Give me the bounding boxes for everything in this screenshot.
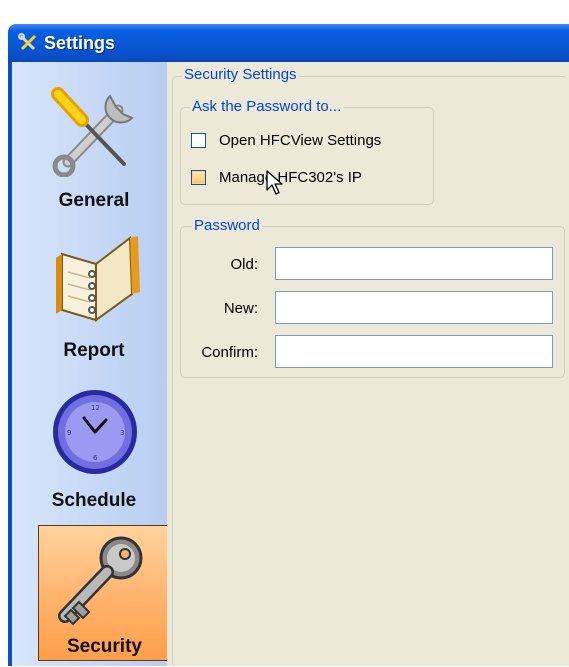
sidebar-item-label: Schedule (51, 490, 137, 511)
ask-password-title: Ask the Password to... (190, 98, 344, 115)
open-settings-label[interactable]: Open HFCView Settings (219, 132, 381, 149)
old-password-label: Old: (230, 256, 258, 273)
sidebar: General Report 12 3 6 9 Schedule Securit… (12, 62, 171, 666)
sidebar-item-general[interactable]: General (24, 74, 164, 214)
svg-text:6: 6 (93, 454, 98, 462)
svg-text:9: 9 (67, 429, 71, 437)
sidebar-item-security[interactable]: Security (38, 525, 171, 661)
password-group-title: Password (192, 217, 262, 234)
manage-ip-label[interactable]: Manage HFC302's IP (219, 169, 362, 186)
manage-ip-checkbox[interactable] (191, 170, 206, 185)
sidebar-item-schedule[interactable]: 12 3 6 9 Schedule (24, 374, 164, 514)
confirm-password-field[interactable] (275, 335, 553, 368)
tools-icon (51, 87, 134, 177)
window-title: Settings (44, 33, 116, 53)
key-icon (58, 536, 143, 626)
confirm-password-label: Confirm: (201, 344, 258, 361)
sidebar-item-label: Report (63, 340, 125, 361)
clock-icon: 12 3 6 9 (53, 390, 137, 474)
new-password-field[interactable] (275, 291, 553, 324)
svg-text:12: 12 (91, 404, 100, 412)
title-bar[interactable]: Settings (8, 24, 569, 62)
new-password-label: New: (223, 300, 258, 317)
old-password-field[interactable] (275, 247, 553, 280)
settings-window: Settings General Report 12 3 6 9 Schedul… (0, 0, 569, 667)
sidebar-item-label: Security (67, 636, 142, 657)
sidebar-item-label: General (58, 190, 130, 211)
security-settings-title: Security Settings (182, 66, 299, 83)
ask-password-group (180, 107, 434, 205)
open-settings-checkbox[interactable] (191, 133, 206, 148)
mouse-cursor-icon (266, 170, 283, 195)
tools-icon (18, 33, 37, 51)
notebook-icon (56, 236, 140, 322)
sidebar-item-report[interactable]: Report (24, 224, 164, 364)
svg-text:3: 3 (120, 429, 124, 437)
